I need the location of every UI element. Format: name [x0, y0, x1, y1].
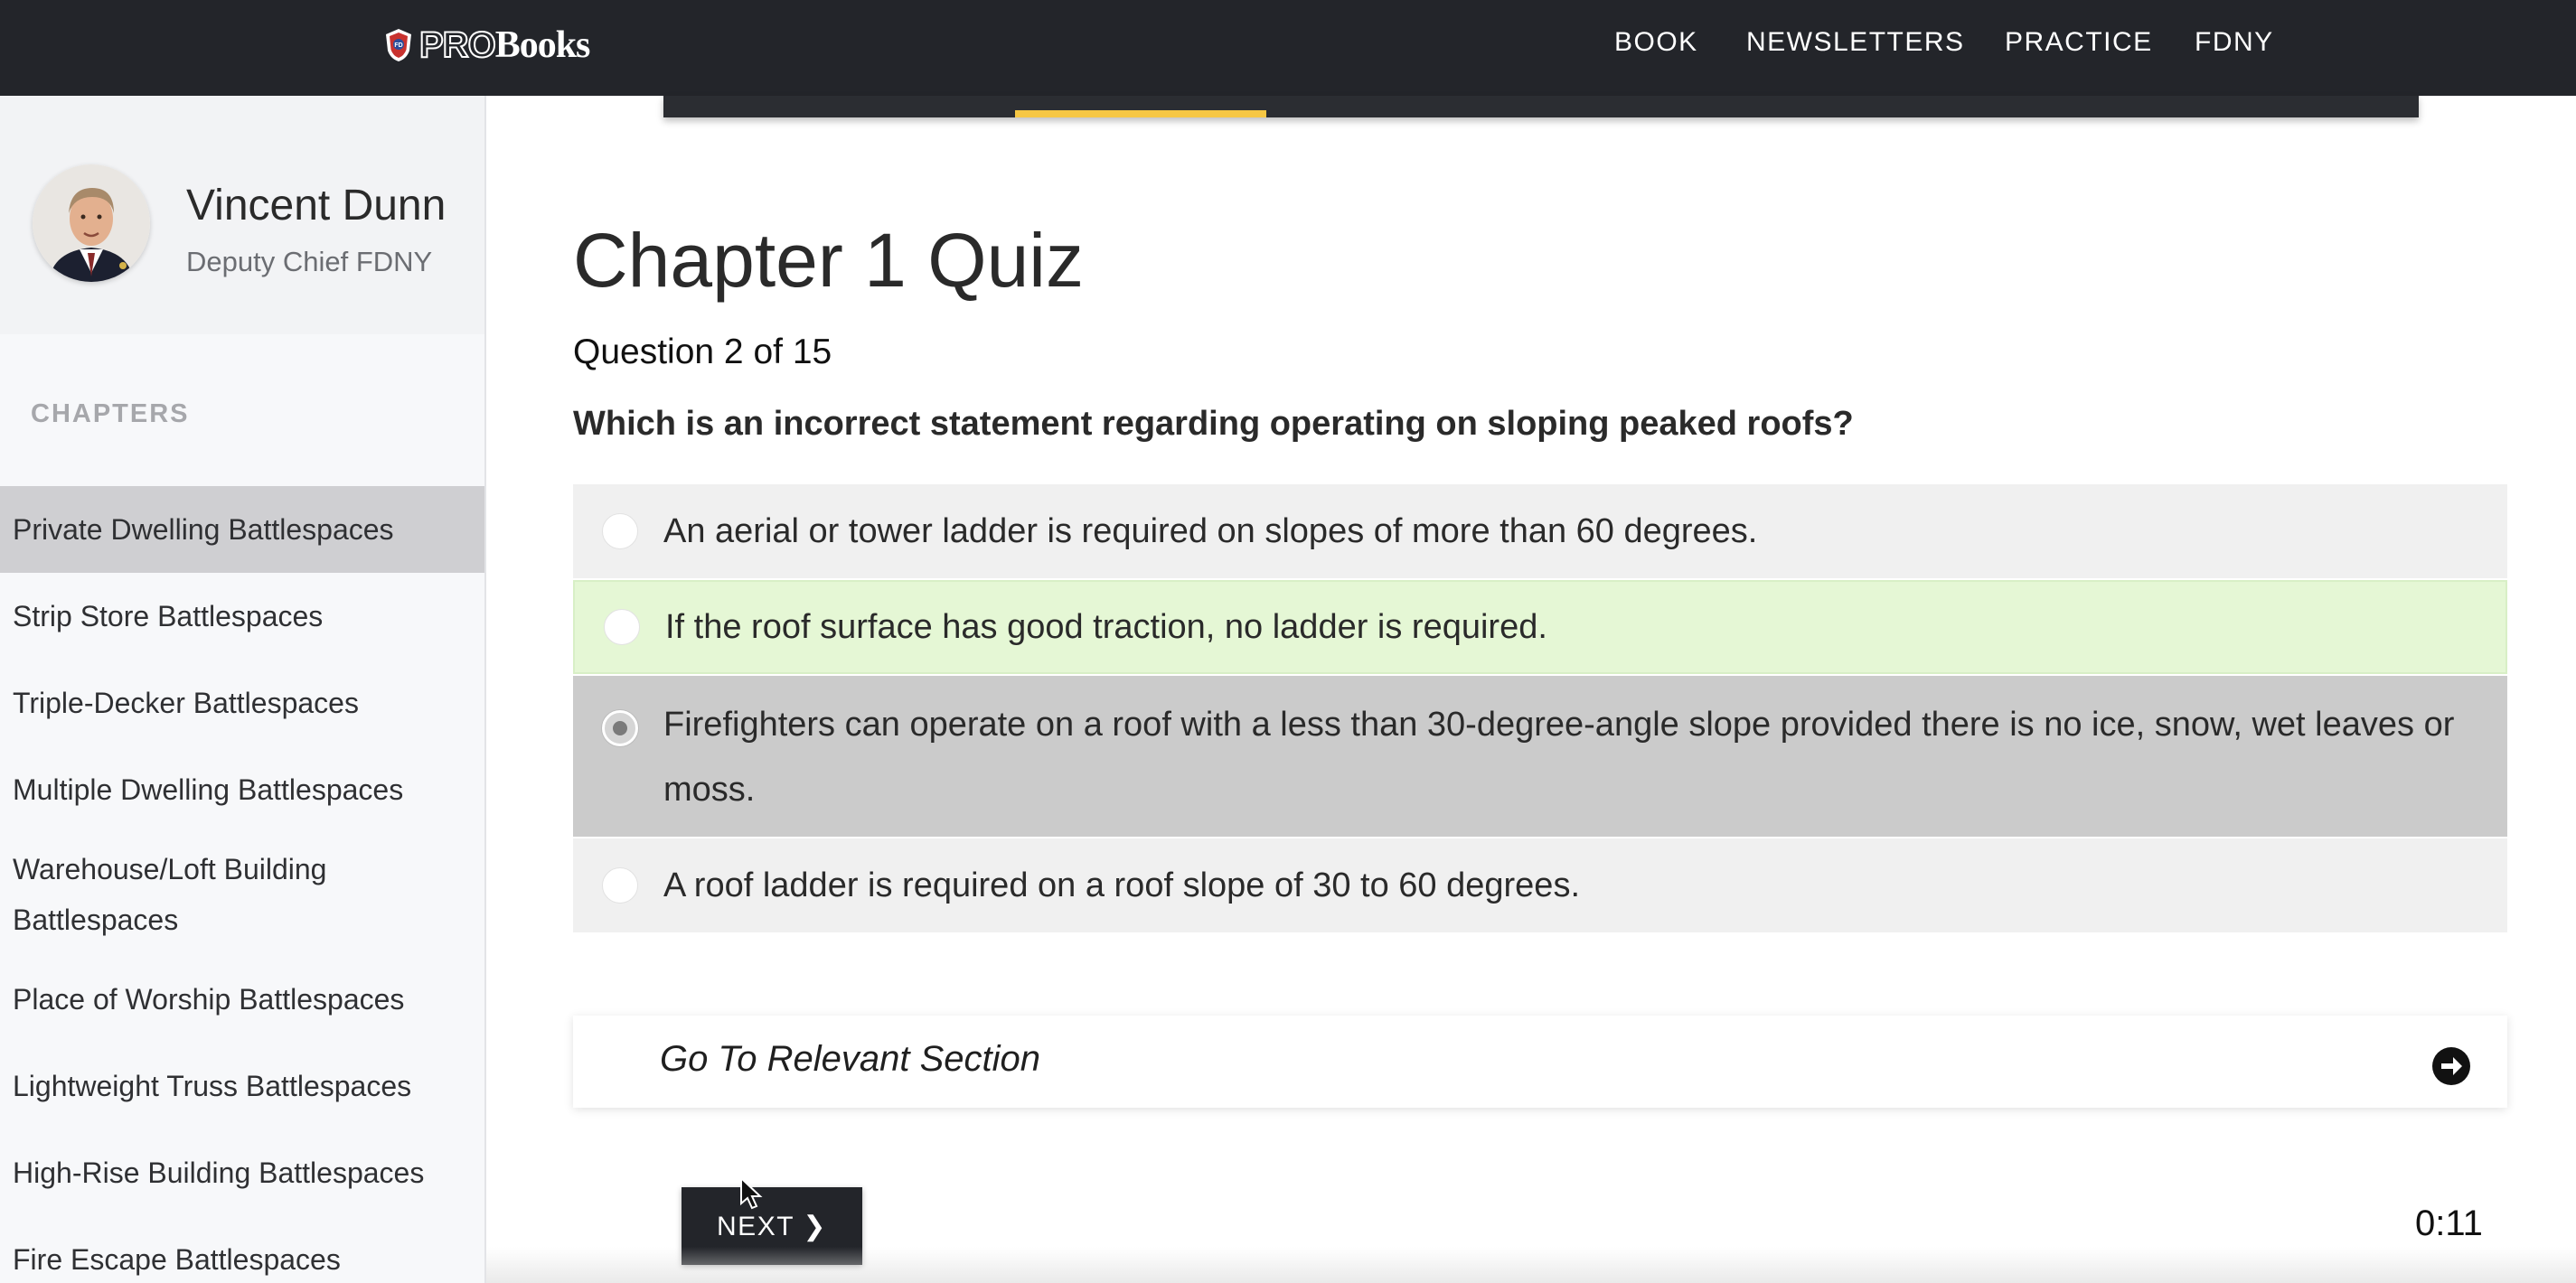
answer-label: If the roof surface has good traction, n… — [665, 608, 1547, 646]
quiz-timer: 0:11 — [2415, 1203, 2483, 1243]
author-title: Deputy Chief FDNY — [186, 246, 433, 277]
logo-books-text: Books — [494, 24, 591, 66]
page-title: Chapter 1 Quiz — [573, 218, 1084, 303]
chapter-item-fire-escape[interactable]: Fire Escape Battlespaces — [0, 1216, 484, 1283]
chapters-heading: CHAPTERS — [31, 399, 190, 428]
answer-option-4[interactable]: A roof ladder is required on a roof slop… — [573, 838, 2507, 932]
answer-label: Firefighters can operate on a roof with … — [663, 706, 2455, 809]
next-button[interactable]: NEXT ❯ — [682, 1187, 862, 1265]
answer-list: An aerial or tower ladder is required on… — [573, 484, 2507, 934]
chapter-item-triple-decker[interactable]: Triple-Decker Battlespaces — [0, 660, 484, 746]
probooks-logo[interactable]: FD PRO Books — [383, 23, 591, 67]
chapter-label: Multiple Dwelling Battlespaces — [13, 773, 404, 806]
nav-fdny[interactable]: FDNY — [2195, 27, 2274, 58]
active-tab-indicator — [1015, 110, 1266, 117]
chapter-label: Private Dwelling Battlespaces — [13, 513, 394, 546]
fdny-badge-icon: FD — [386, 29, 411, 61]
chapter-item-lightweight-truss[interactable]: Lightweight Truss Battlespaces — [0, 1043, 484, 1129]
avatar — [33, 164, 150, 282]
chapter-item-private-dwelling[interactable]: Private Dwelling Battlespaces — [0, 486, 484, 573]
chapter-label: Triple-Decker Battlespaces — [13, 687, 359, 719]
author-profile: Vincent Dunn Deputy Chief FDNY — [0, 96, 484, 334]
answer-option-3-selected[interactable]: Firefighters can operate on a roof with … — [573, 676, 2507, 837]
nav-book[interactable]: BOOK — [1614, 27, 1698, 58]
author-name: Vincent Dunn — [186, 182, 447, 229]
question-text: Which is an incorrect statement regardin… — [573, 405, 1854, 443]
chapter-label: Lightweight Truss Battlespaces — [13, 1070, 412, 1102]
radio-button[interactable] — [604, 609, 640, 645]
question-progress: Question 2 of 15 — [573, 332, 832, 371]
sidebar: Vincent Dunn Deputy Chief FDNY CHAPTERS … — [0, 96, 486, 1283]
arrow-right-circle-icon — [2432, 1047, 2470, 1085]
chapter-list: Private Dwelling Battlespaces Strip Stor… — [0, 486, 484, 1283]
radio-button-checked[interactable] — [602, 710, 638, 746]
chapter-label: Fire Escape Battlespaces — [13, 1243, 341, 1276]
radio-button[interactable] — [602, 867, 638, 904]
svg-text:FD: FD — [394, 42, 402, 49]
chapter-item-high-rise[interactable]: High-Rise Building Battlespaces — [0, 1129, 484, 1216]
radio-button[interactable] — [602, 513, 638, 549]
answer-label: An aerial or tower ladder is required on… — [663, 512, 1758, 550]
chapter-item-warehouse-loft[interactable]: Warehouse/Loft Building Battlespaces — [0, 833, 362, 956]
top-navbar: FD PRO Books BOOK NEWSLETTERS PRACTICE F… — [0, 0, 2576, 96]
chapter-item-place-of-worship[interactable]: Place of Worship Battlespaces — [0, 956, 484, 1043]
chapter-label: Place of Worship Battlespaces — [13, 983, 405, 1016]
relevant-section-label: Go To Relevant Section — [660, 1039, 1040, 1079]
go-to-relevant-section-button[interactable]: Go To Relevant Section — [573, 1016, 2507, 1108]
nav-practice[interactable]: PRACTICE — [2005, 27, 2153, 58]
answer-option-2-correct[interactable]: If the roof surface has good traction, n… — [573, 580, 2507, 674]
answer-option-1[interactable]: An aerial or tower ladder is required on… — [573, 484, 2507, 578]
author-portrait-icon — [33, 164, 150, 282]
nav-newsletters[interactable]: NEWSLETTERS — [1746, 27, 1965, 58]
logo-pro-text: PRO — [418, 24, 497, 66]
section-tab-bar — [663, 96, 2419, 117]
mouse-cursor-icon — [740, 1176, 763, 1210]
chapter-item-strip-store[interactable]: Strip Store Battlespaces — [0, 573, 484, 660]
chapter-label: Strip Store Battlespaces — [13, 600, 324, 632]
chapter-label: High-Rise Building Battlespaces — [13, 1157, 425, 1189]
chapter-item-multiple-dwelling[interactable]: Multiple Dwelling Battlespaces — [0, 746, 484, 833]
answer-label: A roof ladder is required on a roof slop… — [663, 866, 1580, 904]
chapter-label: Warehouse/Loft Building Battlespaces — [13, 853, 327, 936]
